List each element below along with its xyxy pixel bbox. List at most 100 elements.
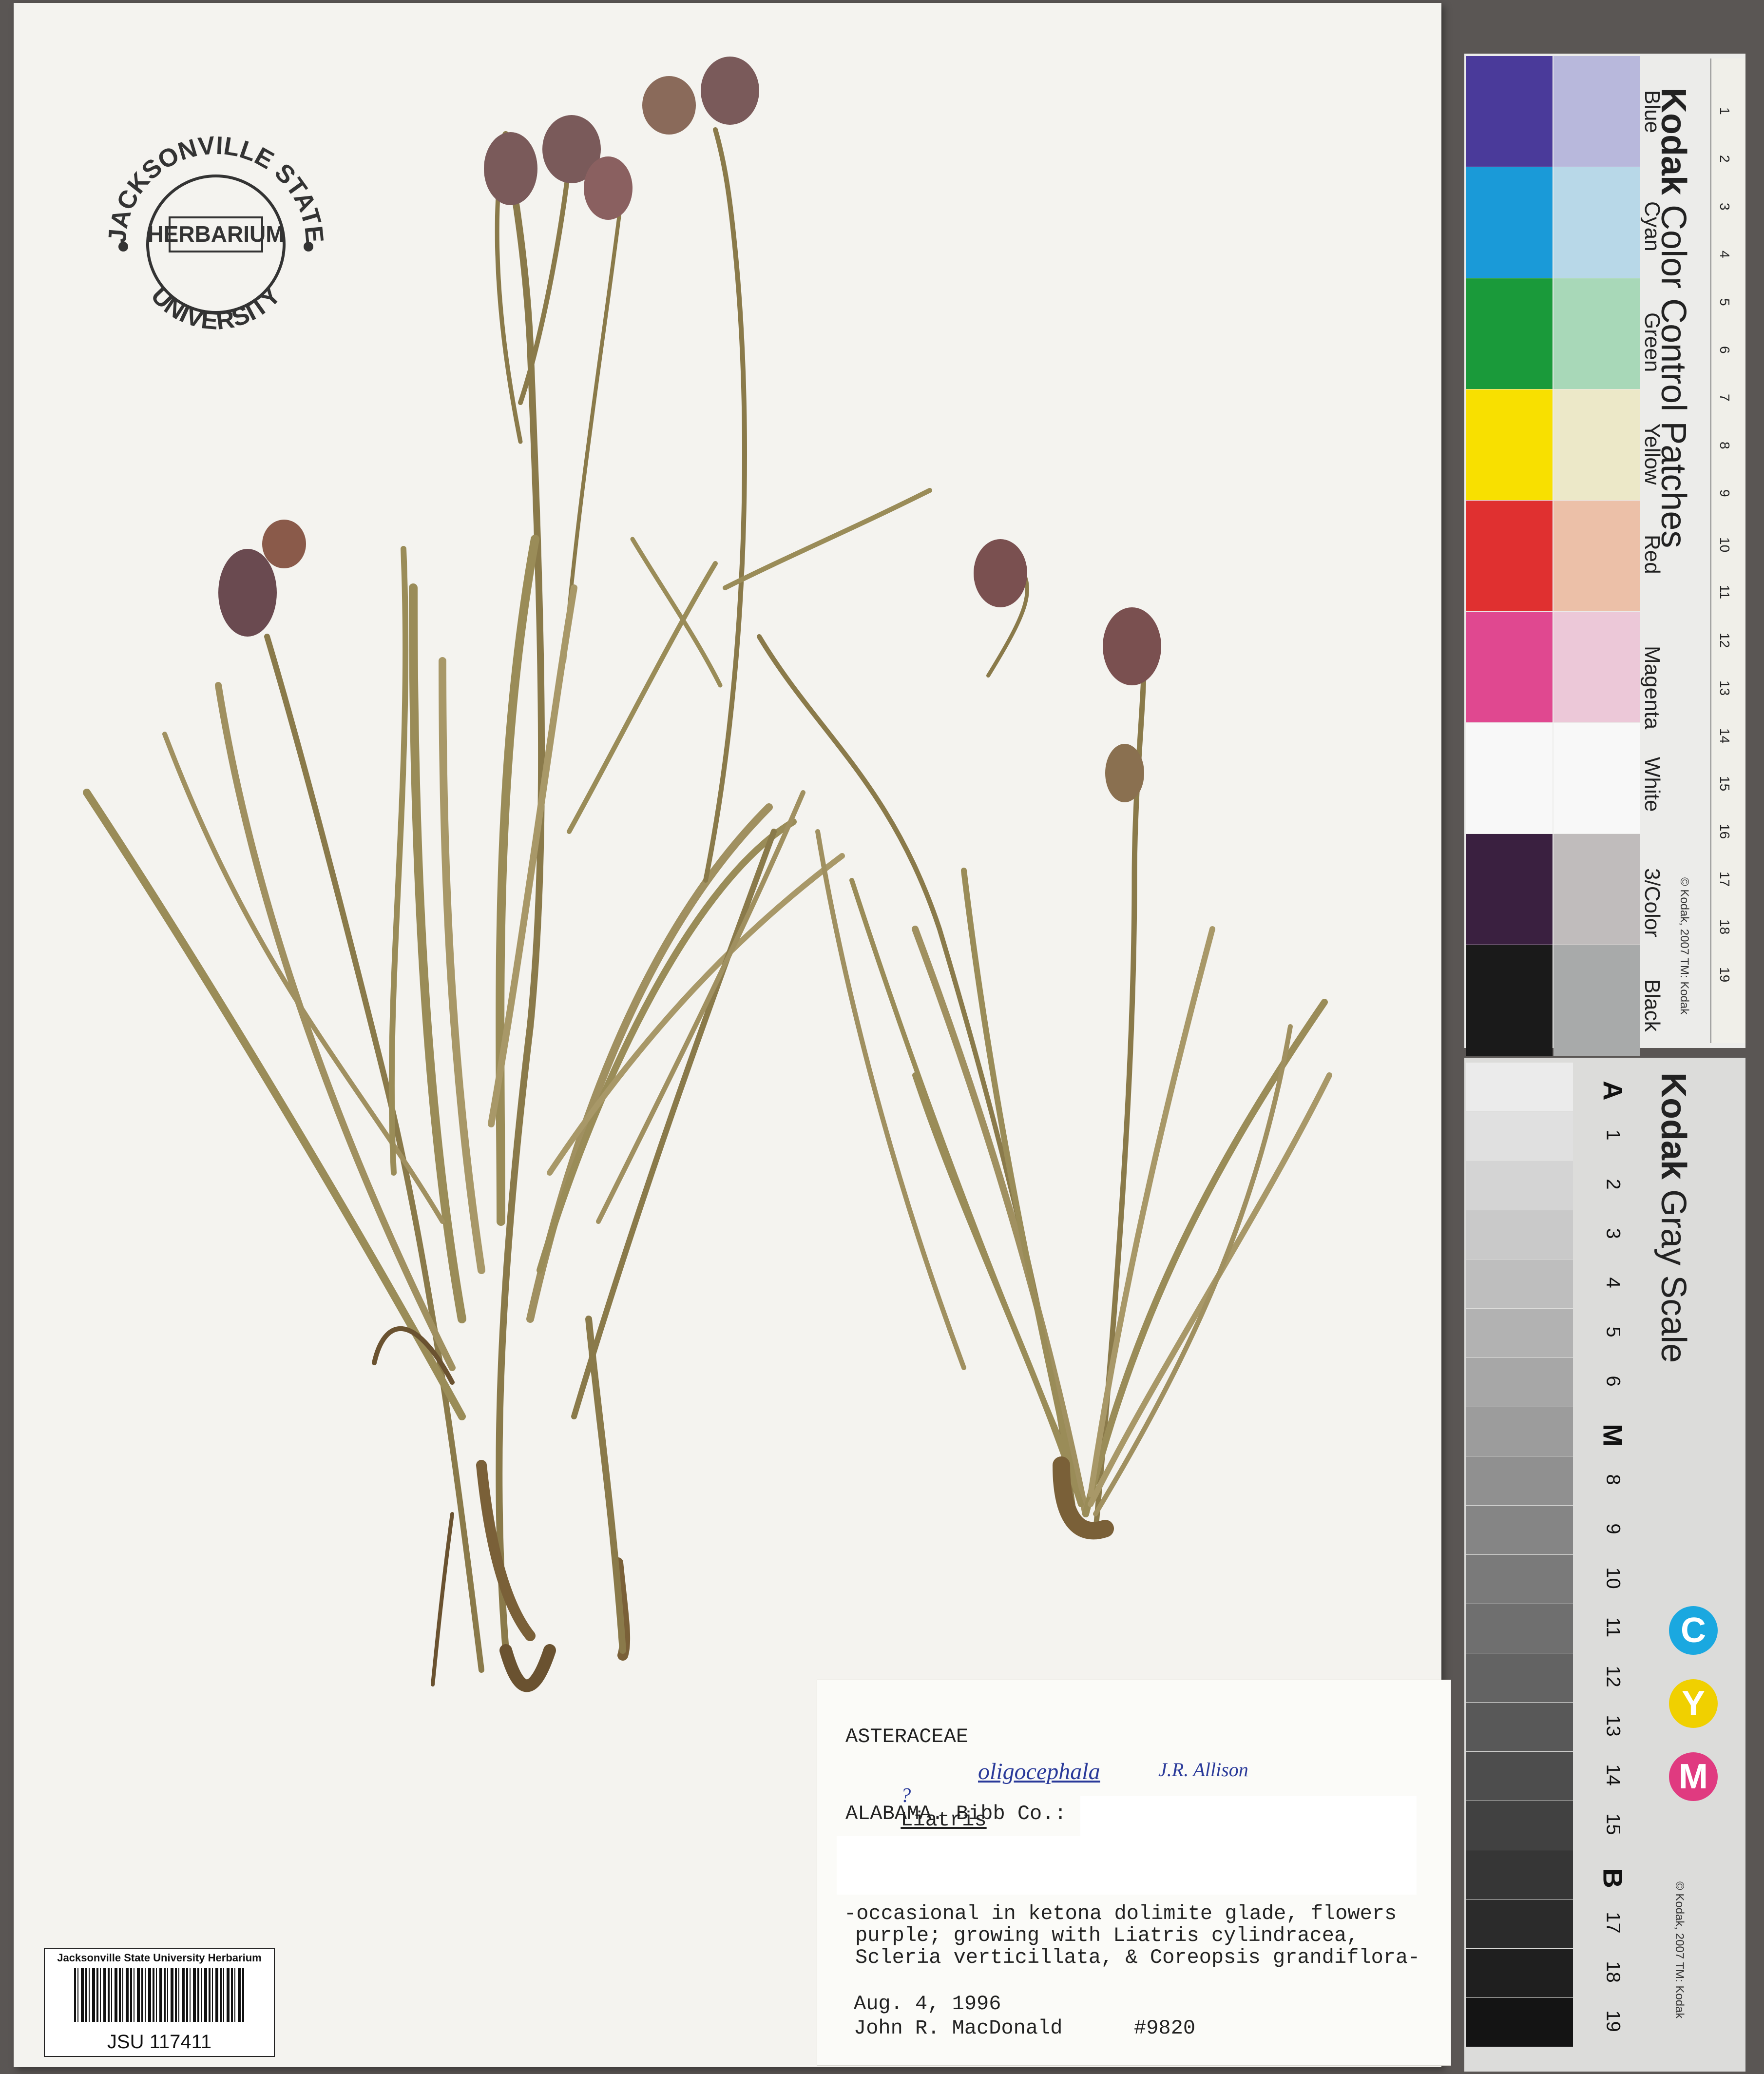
stamp-bottom-text: UNIVERSITY bbox=[145, 281, 286, 335]
determiner-handwritten: J.R. Allison bbox=[1158, 1759, 1248, 1781]
barcode-label: Jacksonville State University Herbarium … bbox=[44, 1948, 275, 2057]
habitat-line-1: -occasional in ketona dolimite glade, fl… bbox=[844, 1902, 1397, 1925]
gray-step bbox=[1466, 1407, 1573, 1456]
gray-step-label: B bbox=[1597, 1868, 1629, 1888]
barcode-institution: Jacksonville State University Herbarium bbox=[57, 1952, 262, 1964]
patch-label: White bbox=[1640, 757, 1664, 812]
collector-number: #9820 bbox=[1134, 2016, 1196, 2040]
gray-step-label: A bbox=[1597, 1081, 1629, 1101]
patch-light-magenta bbox=[1553, 612, 1640, 722]
gray-step bbox=[1466, 1555, 1573, 1604]
habitat-line-3: Scleria verticillata, & Coreopsis grandi… bbox=[855, 1946, 1420, 1969]
barcode-icon bbox=[74, 1968, 245, 2022]
gray-step-label: 18 bbox=[1602, 1961, 1624, 1983]
gray-step bbox=[1466, 1604, 1573, 1653]
ruler-tick-label: 3 bbox=[1717, 203, 1732, 211]
redaction-block bbox=[1080, 1796, 1417, 1840]
ruler-tick-label: 16 bbox=[1717, 824, 1732, 839]
gray-step bbox=[1466, 1456, 1573, 1505]
ruler-tick-label: 8 bbox=[1717, 442, 1732, 449]
gray-step bbox=[1466, 1850, 1573, 1899]
gray-step bbox=[1466, 1112, 1573, 1161]
herbarium-sheet: JACKSONVILLE STATE UNIVERSITY HERBARIUM … bbox=[14, 3, 1451, 2067]
gray-card-title: Kodak Gray Scale bbox=[1654, 1072, 1693, 1363]
gray-step-label: 17 bbox=[1602, 1912, 1624, 1934]
patch-light-3-color bbox=[1553, 834, 1640, 945]
gray-step bbox=[1466, 1063, 1573, 1111]
patch-label: 3/Color bbox=[1640, 868, 1664, 937]
patch-dark-3-color bbox=[1466, 834, 1553, 945]
catalog-number: JSU 117411 bbox=[107, 2031, 212, 2053]
collector-name: John R. MacDonald bbox=[854, 2016, 1063, 2040]
gray-step bbox=[1466, 1703, 1573, 1751]
patch-dark-red bbox=[1466, 501, 1553, 611]
patch-light-green bbox=[1553, 278, 1640, 389]
ruler-tick-label: 4 bbox=[1717, 251, 1732, 258]
gray-step bbox=[1466, 1998, 1573, 2047]
flower-heads bbox=[218, 57, 1161, 802]
gray-step-label: 1 bbox=[1602, 1129, 1624, 1141]
ruler-tick-label: 1 bbox=[1717, 107, 1732, 115]
patch-dark-magenta bbox=[1466, 612, 1553, 722]
color-card-copyright: © Kodak, 2007 TM: Kodak bbox=[1678, 877, 1691, 1015]
ruler-tick-label: 12 bbox=[1717, 633, 1732, 648]
gray-step-label: 10 bbox=[1602, 1567, 1624, 1589]
ruler-tick-label: 18 bbox=[1717, 919, 1732, 935]
color-card-title: Kodak Color Control Patches bbox=[1654, 88, 1693, 548]
epithet-handwritten: oligocephala bbox=[978, 1759, 1100, 1784]
ruler-tick-label: 14 bbox=[1717, 728, 1732, 744]
gray-step-label: 8 bbox=[1602, 1474, 1624, 1485]
stamp-circle-icon: JACKSONVILLE STATE UNIVERSITY HERBARIUM bbox=[103, 131, 329, 335]
gray-step bbox=[1466, 1161, 1573, 1210]
gray-step-label: 5 bbox=[1602, 1326, 1624, 1337]
ruler-tick-label: 15 bbox=[1717, 776, 1732, 792]
ruler-tick-label: 9 bbox=[1717, 489, 1732, 497]
ruler-tick-label: 19 bbox=[1717, 967, 1732, 983]
stamp-center-text: HERBARIUM bbox=[147, 221, 284, 247]
ruler-tick-label: 5 bbox=[1717, 298, 1732, 306]
gray-step-label: M bbox=[1597, 1424, 1629, 1447]
gray-step-label: 13 bbox=[1602, 1715, 1624, 1737]
patch-light-black bbox=[1553, 945, 1640, 1056]
gray-step bbox=[1466, 1949, 1573, 1997]
patch-dark-white bbox=[1466, 723, 1553, 833]
collection-date: Aug. 4, 1996 bbox=[854, 1992, 1001, 2016]
gray-step bbox=[1466, 1653, 1573, 1702]
cym-dot-c: C bbox=[1669, 1606, 1718, 1655]
gray-step-label: 6 bbox=[1602, 1376, 1624, 1387]
gray-step-label: 11 bbox=[1602, 1617, 1624, 1638]
ruler-tick-label: 13 bbox=[1717, 680, 1732, 696]
patch-dark-green bbox=[1466, 278, 1553, 389]
gray-step bbox=[1466, 1210, 1573, 1259]
patch-light-white bbox=[1553, 723, 1640, 833]
patch-light-cyan bbox=[1553, 167, 1640, 278]
locality: ALABAMA. Bibb Co.: bbox=[845, 1802, 1067, 1825]
patch-dark-yellow bbox=[1466, 389, 1553, 500]
specimen-label: ASTERACEAE ? Liatris oligocephala J.R. A… bbox=[817, 1680, 1451, 2066]
ruler-tick-label: 7 bbox=[1717, 394, 1732, 402]
gray-step-label: 3 bbox=[1602, 1228, 1624, 1239]
gray-step-label: 2 bbox=[1602, 1179, 1624, 1190]
patch-dark-black bbox=[1466, 945, 1553, 1056]
gray-step-label: 14 bbox=[1602, 1764, 1624, 1786]
gray-step bbox=[1466, 1358, 1573, 1407]
patch-dark-blue bbox=[1466, 56, 1553, 167]
patch-light-yellow bbox=[1553, 389, 1640, 500]
gray-step bbox=[1466, 1900, 1573, 1948]
herbarium-stamp: JACKSONVILLE STATE UNIVERSITY HERBARIUM bbox=[92, 120, 340, 368]
patch-dark-cyan bbox=[1466, 167, 1553, 278]
ruler-tick-label: 11 bbox=[1717, 585, 1732, 600]
gray-card-copyright: © Kodak, 2007 TM: Kodak bbox=[1673, 1881, 1686, 2019]
cym-dot-m: M bbox=[1669, 1752, 1718, 1801]
patch-light-red bbox=[1553, 501, 1640, 611]
ruler-tick-label: 6 bbox=[1717, 346, 1732, 354]
gray-step-label: 19 bbox=[1602, 2010, 1624, 2032]
redaction-block bbox=[837, 1836, 1417, 1895]
gray-step bbox=[1466, 1752, 1573, 1801]
ruler-tick-label: 10 bbox=[1717, 537, 1732, 553]
gray-step-label: 15 bbox=[1602, 1813, 1624, 1835]
gray-step bbox=[1466, 1801, 1573, 1850]
gray-step-label: 12 bbox=[1602, 1666, 1624, 1687]
patch-light-blue bbox=[1553, 56, 1640, 167]
gray-step-label: 9 bbox=[1602, 1523, 1624, 1534]
